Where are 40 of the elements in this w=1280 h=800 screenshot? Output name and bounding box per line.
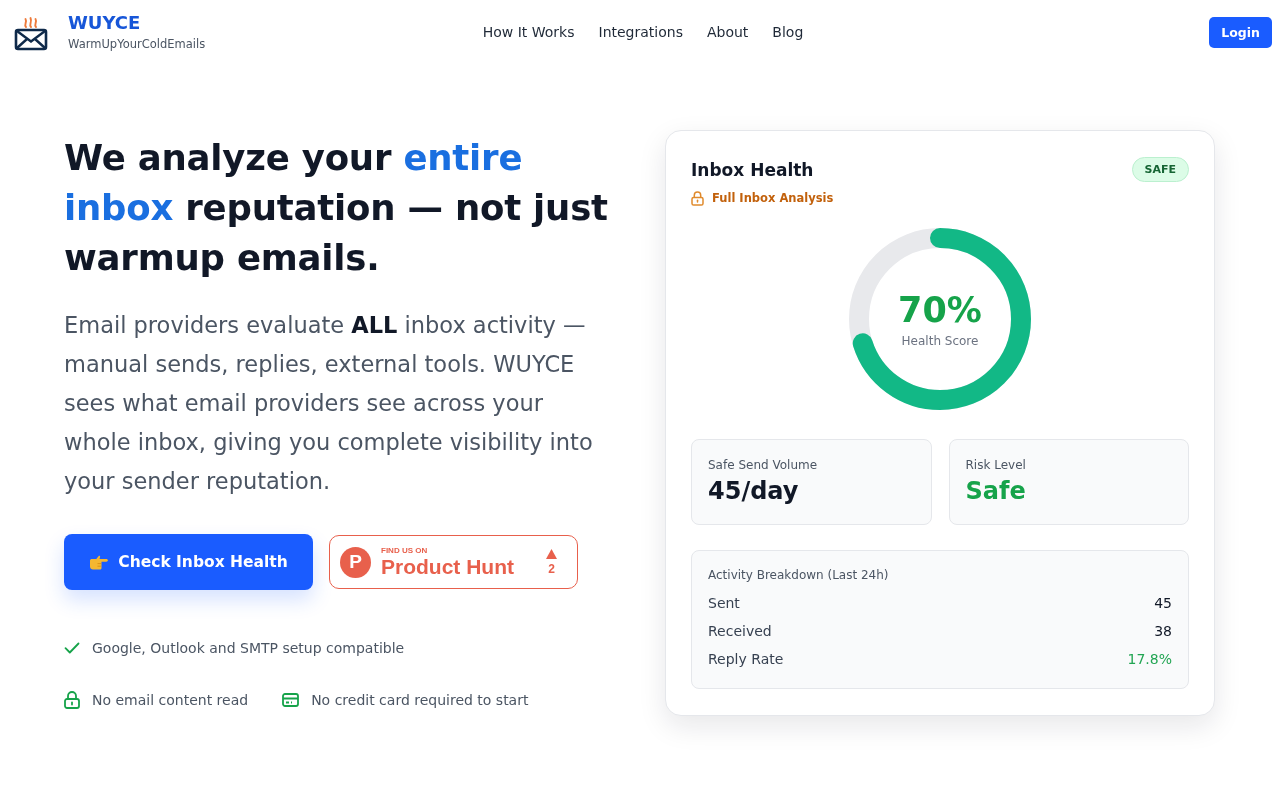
lock-icon xyxy=(691,190,704,206)
activity-label: Sent xyxy=(708,595,740,611)
feature-text: Google, Outlook and SMTP setup compatible xyxy=(92,639,405,658)
status-badge: SAFE xyxy=(1131,157,1189,182)
nav-link[interactable]: How It Works xyxy=(482,24,575,40)
stat-label: Risk Level xyxy=(965,457,1027,473)
activity-value: 17.8% xyxy=(1127,651,1172,667)
lock-icon xyxy=(64,691,80,709)
card-title: Inbox Health xyxy=(691,158,814,182)
activity-value: 38 xyxy=(1154,623,1172,639)
nav-link[interactable]: Blog xyxy=(772,24,804,40)
triangle-icon xyxy=(546,548,557,559)
stat-value: 45/day xyxy=(708,476,800,507)
activity-title: Activity Breakdown (Last 24h) xyxy=(708,567,890,583)
credit-card-icon xyxy=(282,693,300,707)
badge-eyebrow: FIND US ON xyxy=(381,546,429,555)
brand-name: WUYCE xyxy=(68,13,142,33)
nav-link[interactable]: About xyxy=(706,24,749,40)
upvote-count: 2 xyxy=(548,562,555,576)
activity-label: Reply Rate xyxy=(708,651,784,667)
activity-label: Received xyxy=(708,623,772,639)
brand-tagline: WarmUpYourColdEmails xyxy=(68,37,206,51)
description: Email providers evaluate ALL inbox activity — manual sends, replies, external tools. WUYCE sees what email providers see across your whole inbox, giving you complete visibility into your sender reputation. xyxy=(64,311,594,496)
product-hunt-logo: P xyxy=(340,546,371,578)
check-inbox-health-button[interactable]: Check Inbox Health xyxy=(64,534,313,590)
product-hunt-badge[interactable]: P FIND US ON Product Hunt 2 xyxy=(329,535,578,589)
card-subtitle: Full Inbox Analysis xyxy=(712,190,834,206)
feature-text: No credit card required to start xyxy=(311,691,529,710)
activity-value: 45 xyxy=(1154,595,1172,611)
login-button[interactable]: Login xyxy=(1209,16,1272,48)
score-value: 70% xyxy=(898,289,982,331)
score-label: Health Score xyxy=(901,333,979,349)
badge-title: Product Hunt xyxy=(381,555,515,578)
nav-link[interactable]: Integrations xyxy=(598,24,683,40)
check-icon xyxy=(64,642,80,654)
stat-label: Safe Send Volume xyxy=(708,457,819,473)
stat-value: Safe xyxy=(965,476,1027,507)
headline: We analyze your entire inbox reputation — not just warmup emails. xyxy=(64,136,609,280)
pointing-hand-icon xyxy=(89,554,109,570)
feature-text: No email content read xyxy=(92,691,249,710)
